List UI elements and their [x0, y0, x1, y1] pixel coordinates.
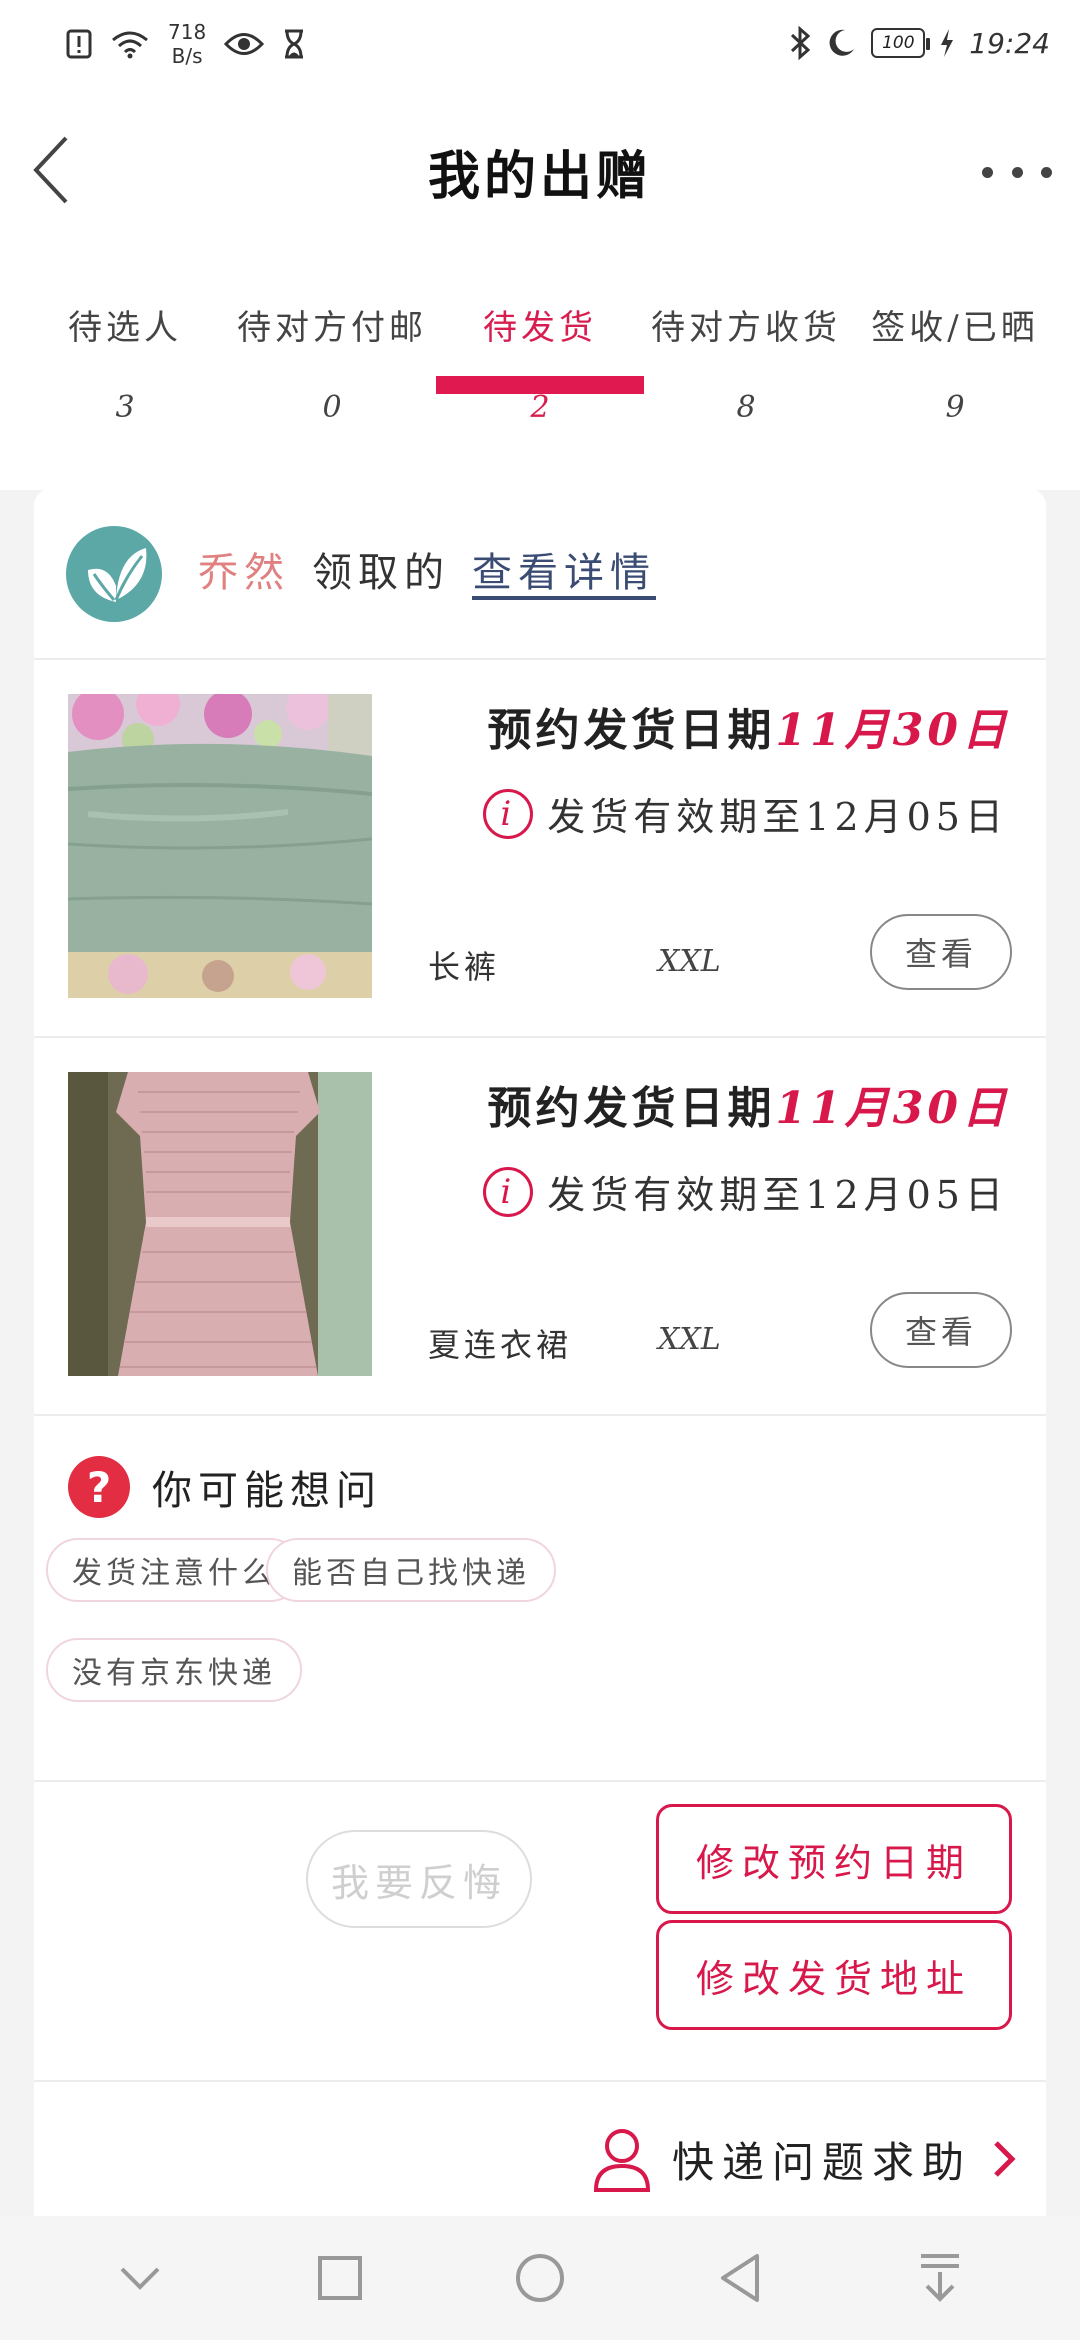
triangle-back-icon	[721, 2254, 759, 2302]
leaf-logo-icon	[88, 548, 147, 602]
recipient-action: 领取的	[312, 550, 450, 596]
tab-received[interactable]: 签收/已晒 9	[850, 300, 1060, 490]
trousers-photo	[68, 694, 372, 998]
faq-chip-no-jd-express[interactable]: 没有京东快递	[46, 1638, 302, 1702]
question-icon: ?	[68, 1456, 130, 1518]
ship-deadline: i 发货有效期至12月05日	[483, 1164, 1008, 1219]
tab-label: 签收/已晒	[871, 308, 1039, 348]
more-dot-icon	[1041, 166, 1052, 178]
charging-icon	[941, 29, 954, 57]
tab-count: 2	[530, 390, 550, 425]
tab-pending-select[interactable]: 待选人 3	[20, 300, 230, 490]
gift-item: 预约发货日期11月30日 i 发货有效期至12月05日 长裤 XXL 查看	[34, 660, 1046, 1038]
square-icon	[318, 2256, 362, 2300]
faq-header: ? 你可能想问	[68, 1456, 382, 1518]
more-dot-icon	[982, 166, 993, 178]
item-thumbnail[interactable]	[68, 1072, 372, 1376]
recipient-info: 乔然 领取的 查看详情	[198, 540, 656, 598]
ship-deadline-text: 发货有效期至12月05日	[547, 1173, 1008, 1217]
recipient-row: 乔然 领取的 查看详情	[34, 488, 1046, 658]
view-item-button[interactable]: 查看	[870, 914, 1012, 990]
faq-chip-shipping-notes[interactable]: 发货注意什么	[46, 1538, 302, 1602]
circle-icon	[516, 2254, 564, 2302]
tab-label: 待选人	[68, 308, 182, 348]
nav-back-button[interactable]	[700, 2238, 780, 2318]
item-name: 长裤	[428, 948, 501, 986]
tab-pending-receipt[interactable]: 待对方收货 8	[641, 300, 851, 490]
faq-chip-own-courier[interactable]: 能否自己找快递	[266, 1538, 556, 1602]
eye-icon	[224, 33, 265, 55]
person-icon	[593, 2129, 650, 2192]
view-item-button[interactable]: 查看	[870, 1292, 1012, 1368]
scheduled-date-value: 11月30日	[775, 1083, 1010, 1134]
notification-alert-icon	[66, 29, 92, 59]
modify-address-button[interactable]: 修改发货地址	[656, 1920, 1012, 2030]
scheduled-date-value: 11月30日	[775, 705, 1010, 756]
tab-label: 待对方付邮	[237, 308, 427, 348]
view-details-link[interactable]: 查看详情	[472, 540, 656, 598]
recipient-name[interactable]: 乔然	[198, 540, 290, 598]
page-title: 我的出赠	[427, 146, 652, 207]
gift-order-card: 乔然 领取的 查看详情 预约发货日期11月30日 i 发货有效期至12月05日 …	[34, 488, 1046, 2218]
item-size: XXL	[658, 944, 721, 979]
chevron-down-icon	[120, 2267, 160, 2290]
gift-item: 预约发货日期11月30日 i 发货有效期至12月05日 夏连衣裙 XXL 查看	[34, 1038, 1046, 1416]
moon-icon	[829, 29, 855, 56]
battery-indicator: 100	[871, 28, 931, 58]
hourglass-icon	[285, 29, 304, 59]
tab-count: 8	[736, 390, 756, 425]
bluetooth-icon	[791, 26, 811, 60]
scheduled-date-label: 预约发货日期	[487, 1083, 776, 1134]
network-speed-unit: B/s	[171, 44, 203, 68]
scheduled-ship-date: 预约发货日期11月30日	[488, 694, 1010, 758]
status-right: 100 19:24	[789, 26, 1050, 60]
tab-pending-postage[interactable]: 待对方付邮 0	[227, 300, 437, 490]
nav-home-button[interactable]	[500, 2238, 580, 2318]
info-icon[interactable]: i	[483, 788, 534, 839]
courier-help-link[interactable]: 快递问题求助	[592, 2126, 1016, 2192]
tab-pending-shipment[interactable]: 待发货 2	[435, 300, 645, 490]
modify-date-button[interactable]: 修改预约日期	[656, 1804, 1012, 1914]
header: 我的出赠 待选人 3 待对方付邮 0 待发货 2 待对方收货 8 签收/已晒 9	[0, 90, 1080, 490]
scheduled-ship-date: 预约发货日期11月30日	[488, 1072, 1010, 1136]
pull-down-icon	[921, 2254, 959, 2302]
scheduled-date-label: 预约发货日期	[487, 705, 776, 756]
regret-button[interactable]: 我要反悔	[306, 1830, 532, 1928]
nav-recents-button[interactable]	[300, 2238, 380, 2318]
avatar[interactable]	[66, 526, 162, 622]
info-icon[interactable]: i	[483, 1166, 534, 1217]
status-tabs: 待选人 3 待对方付邮 0 待发货 2 待对方收货 8 签收/已晒 9	[0, 300, 1080, 490]
status-left: 718 B/s	[66, 20, 306, 68]
tab-count: 9	[945, 390, 965, 425]
tab-count: 3	[115, 390, 135, 425]
nav-collapse-button[interactable]	[100, 2238, 180, 2318]
item-size: XXL	[658, 1322, 721, 1357]
dress-photo	[68, 1072, 372, 1376]
faq-section: ? 你可能想问 发货注意什么 能否自己找快递 没有京东快递	[34, 1416, 1046, 1780]
network-speed-value: 718	[168, 20, 207, 44]
chevron-right-icon	[994, 2141, 1016, 2177]
item-name: 夏连衣裙	[428, 1326, 573, 1364]
item-thumbnail[interactable]	[68, 694, 372, 998]
active-tab-indicator	[436, 376, 644, 394]
tab-label: 待发货	[483, 308, 597, 348]
courier-help-row: 快递问题求助	[34, 2082, 1046, 2218]
order-actions: 我要反悔 修改预约日期 修改发货地址	[34, 1782, 1046, 2080]
nav-notification-button[interactable]	[900, 2238, 980, 2318]
courier-help-label: 快递问题求助	[671, 2137, 972, 2187]
ship-deadline-text: 发货有效期至12月05日	[547, 795, 1008, 839]
tab-label: 待对方收货	[651, 308, 841, 348]
tab-count: 0	[322, 390, 342, 425]
more-dot-icon	[1011, 166, 1023, 178]
system-navigation-bar	[0, 2216, 1080, 2340]
more-options-button[interactable]	[982, 152, 1052, 192]
network-speed: 718 B/s	[168, 20, 206, 68]
faq-title: 你可能想问	[152, 1468, 382, 1514]
wifi-icon	[112, 31, 148, 59]
ship-deadline: i 发货有效期至12月05日	[483, 786, 1008, 841]
status-bar: 718 B/s 100 19:24	[0, 0, 1080, 90]
clock: 19:24	[969, 26, 1050, 60]
